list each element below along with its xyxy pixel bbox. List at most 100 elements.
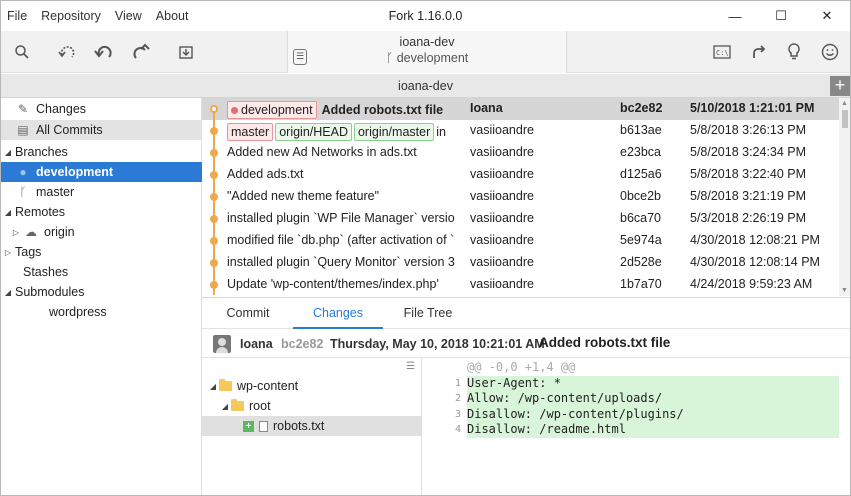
commit-row[interactable]: development Added robots.txt file Ioana …: [202, 98, 839, 120]
view-options-icon[interactable]: ☰: [406, 361, 415, 372]
commit-message: Added ads.txt: [227, 167, 304, 181]
folder-icon: [219, 379, 232, 391]
detail-tabs: Commit Changes File Tree: [202, 297, 850, 329]
expand-arrow-icon[interactable]: ◢: [219, 402, 231, 411]
sidebar-item-label: Changes: [36, 102, 87, 116]
tab-file-tree[interactable]: File Tree: [383, 306, 473, 320]
commit-row[interactable]: modified file `db.php` (after activation…: [202, 230, 839, 252]
push-icon[interactable]: [128, 40, 152, 64]
active-tab-indicator: [293, 327, 383, 329]
commit-author: vasiioandre: [470, 211, 534, 225]
branch-tag-development[interactable]: development: [227, 101, 317, 119]
tab-changes[interactable]: Changes: [293, 306, 383, 320]
sidebar-item-branch-development[interactable]: ● development: [1, 162, 202, 182]
branch-tag-master[interactable]: master: [227, 123, 274, 141]
collapse-arrow-icon[interactable]: ▷: [9, 228, 23, 237]
sidebar-section-stashes[interactable]: Stashes: [1, 262, 202, 282]
tab-commit[interactable]: Commit: [203, 306, 293, 320]
diff-line-text: Allow: /wp-content/uploads/: [467, 391, 839, 407]
branch-tag-origin-head[interactable]: origin/HEAD: [275, 123, 352, 141]
repo-name: ioana-dev: [399, 35, 455, 49]
diff-line-added: 4 Disallow: /readme.html: [423, 422, 850, 438]
expand-arrow-icon[interactable]: ◢: [1, 288, 15, 297]
commit-author: vasiioandre: [470, 277, 534, 291]
expand-arrow-icon[interactable]: ◢: [207, 382, 219, 391]
detail-sha[interactable]: bc2e82: [281, 337, 323, 351]
pull-icon[interactable]: [92, 40, 116, 64]
diff-hunk-header: @@ -0,0 +1,4 @@: [423, 360, 850, 376]
commit-author: vasiioandre: [470, 145, 534, 159]
section-label: Remotes: [15, 205, 66, 219]
commit-row[interactable]: installed plugin `Query Monitor` version…: [202, 252, 839, 274]
folder-icon: [231, 399, 244, 411]
line-number: 1: [454, 377, 461, 389]
tag-label: development: [241, 103, 313, 117]
sidebar-item-label: development: [36, 165, 114, 179]
sidebar-item-branch-master[interactable]: ᚴ master: [1, 182, 202, 202]
graph-node: [210, 259, 218, 267]
commit-row[interactable]: Added ads.txt vasiioandre d125a6 5/8/201…: [202, 164, 839, 186]
add-tab-button[interactable]: +: [830, 76, 850, 96]
diff-line-added: 1 User-Agent: *: [423, 375, 850, 391]
fetch-icon[interactable]: [56, 40, 80, 64]
close-button[interactable]: ✕: [804, 1, 850, 31]
redirect-icon[interactable]: [747, 40, 771, 64]
sidebar-section-submodules[interactable]: ◢ Submodules: [1, 282, 202, 302]
diff-line-added: 2 Allow: /wp-content/uploads/: [423, 391, 850, 407]
sidebar-item-changes[interactable]: ✎ Changes: [1, 99, 202, 119]
sidebar-item-remote-origin[interactable]: ▷ ☁ origin: [1, 222, 202, 242]
line-number: 4: [454, 424, 461, 435]
scroll-up-icon[interactable]: ▲: [841, 100, 848, 107]
commit-date: 5/8/2018 3:21:19 PM: [690, 189, 807, 203]
repository-selector[interactable]: ☰ ioana-dev ᚴ development: [287, 31, 567, 73]
expand-arrow-icon[interactable]: ◢: [1, 208, 15, 217]
commit-date: 5/8/2018 3:24:34 PM: [690, 145, 807, 159]
scroll-down-icon[interactable]: ▼: [841, 287, 848, 294]
commit-sha: d125a6: [620, 167, 662, 181]
commit-row[interactable]: master origin/HEAD origin/master in vasiioa…: [202, 120, 839, 142]
sidebar-section-remotes[interactable]: ◢ Remotes: [1, 202, 202, 222]
commit-row[interactable]: "Added new theme feature" vasiioandre 0b…: [202, 186, 839, 208]
commit-message: Added robots.txt file: [321, 103, 444, 117]
sidebar-section-tags[interactable]: ▷ Tags: [1, 242, 202, 262]
bulb-icon[interactable]: [782, 40, 806, 64]
head-dot-icon: [231, 107, 238, 114]
detail-author: Ioana: [240, 337, 273, 351]
branch-tag-origin-master[interactable]: origin/master: [353, 123, 435, 141]
smile-icon[interactable]: [818, 40, 842, 64]
commit-row[interactable]: Update 'wp-content/themes/index.php' vas…: [202, 274, 839, 296]
changes-icon: ✎: [17, 102, 29, 116]
expand-arrow-icon[interactable]: ◢: [1, 148, 15, 157]
sidebar-item-label: wordpress: [49, 305, 107, 319]
cloud-icon: ☁: [25, 225, 37, 239]
avatar: [213, 335, 231, 353]
commit-message: modified file `db.php` (after activation…: [227, 233, 455, 247]
maximize-button[interactable]: ☐: [758, 1, 804, 31]
line-number: 2: [454, 393, 461, 404]
tree-folder-wp-content[interactable]: ◢ wp-content: [202, 376, 421, 396]
commit-date: 4/24/2018 9:59:23 AM: [690, 277, 813, 291]
search-icon[interactable]: [10, 40, 34, 64]
collapse-arrow-icon[interactable]: ▷: [1, 248, 15, 257]
commit-row[interactable]: Added new Ad Networks in ads.txt vasiioa…: [202, 142, 839, 164]
tree-folder-root[interactable]: ◢ root: [202, 396, 421, 416]
sidebar-item-submodule-wordpress[interactable]: wordpress: [1, 302, 202, 322]
sidebar-section-branches[interactable]: ◢ Branches: [1, 142, 202, 162]
minimize-button[interactable]: —: [712, 1, 758, 31]
terminal-icon[interactable]: C:\: [710, 40, 734, 64]
stash-icon[interactable]: [174, 40, 198, 64]
graph-node: [210, 215, 218, 223]
repo-tab[interactable]: ioana-dev: [1, 79, 850, 93]
commit-author: vasiioandre: [470, 189, 534, 203]
commit-row[interactable]: installed plugin `WP File Manager` versi…: [202, 208, 839, 230]
commit-sha: 2d528e: [620, 255, 662, 269]
commit-header: Ioana bc2e82 Thursday, May 10, 2018 10:2…: [202, 330, 850, 358]
graph-node: [210, 193, 218, 201]
scrollbar-thumb[interactable]: [842, 110, 848, 128]
tree-file-robots-txt[interactable]: + robots.txt: [202, 416, 421, 436]
commit-list-scrollbar[interactable]: ▲ ▼: [839, 98, 850, 296]
commits-icon: ▤: [17, 123, 29, 137]
graph-node: [210, 171, 218, 179]
added-file-icon: +: [243, 420, 254, 432]
sidebar-item-all-commits[interactable]: ▤ All Commits: [1, 120, 202, 140]
